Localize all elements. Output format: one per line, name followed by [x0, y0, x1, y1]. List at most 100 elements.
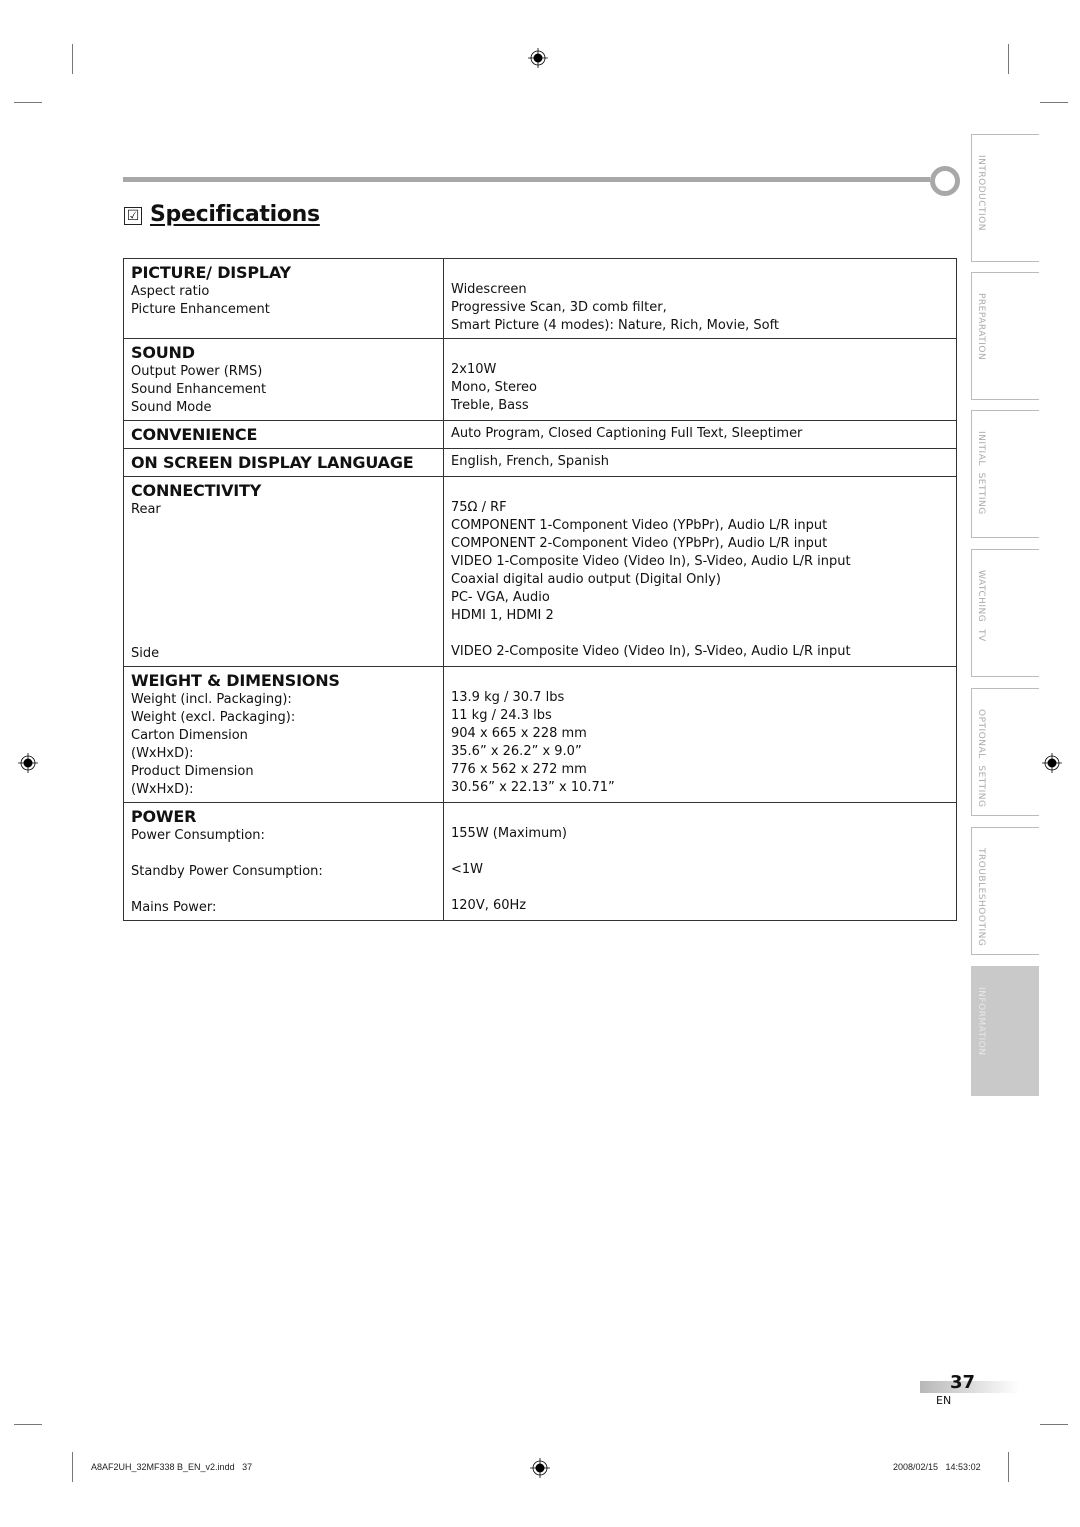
spec-value: 155W (Maximum): [451, 826, 567, 841]
spec-value: VIDEO 1-Composite Video (Video In), S-Vi…: [451, 554, 851, 569]
spec-label: Sound Enhancement: [131, 382, 267, 397]
spec-value: Auto Program, Closed Captioning Full Tex…: [451, 426, 803, 441]
section-value-cell: 13.9 kg / 30.7 lbs 11 kg / 24.3 lbs 904 …: [443, 666, 957, 803]
spec-value: COMPONENT 2-Component Video (YPbPr), Aud…: [451, 536, 828, 551]
spec-label: Power Consumption:: [131, 828, 265, 843]
section-value-cell: 155W (Maximum) <1W 120V, 60Hz: [443, 802, 957, 921]
side-tab-information[interactable]: INFORMATION: [971, 966, 1039, 1096]
spec-label: Picture Enhancement: [131, 302, 270, 317]
section-heading: CONNECTIVITY: [131, 481, 262, 500]
side-tab-label: TROUBLESHOOTING: [976, 848, 986, 947]
side-tab-label: INTRODUCTION: [976, 155, 986, 231]
crop-mark-bottom-left: [72, 1452, 73, 1482]
spec-label: (WxHxD):: [131, 746, 194, 761]
spec-value: 13.9 kg / 30.7 lbs: [451, 690, 565, 705]
spec-label: Mains Power:: [131, 900, 217, 915]
spec-label: Sound Mode: [131, 400, 212, 415]
side-tab-troubleshooting[interactable]: TROUBLESHOOTING: [971, 827, 1039, 955]
section-label-cell: CONVENIENCE: [123, 420, 444, 449]
section-label-cell: CONNECTIVITY Rear Side: [123, 476, 444, 667]
crop-mark-right-lower: [1040, 1424, 1068, 1425]
side-tab-label: INFORMATION: [976, 987, 986, 1056]
section-value-cell: 2x10W Mono, Stereo Treble, Bass: [443, 338, 957, 421]
spec-value: 75Ω / RF: [451, 500, 507, 515]
side-tab-initial-setting[interactable]: INITIAL SETTING: [971, 410, 1039, 538]
spec-value: 30.56” x 22.13” x 10.71”: [451, 780, 615, 795]
section-heading: PICTURE/ DISPLAY: [131, 263, 291, 282]
section-label-cell: PICTURE/ DISPLAY Aspect ratio Picture En…: [123, 258, 444, 339]
spec-label: Weight (incl. Packaging):: [131, 692, 292, 707]
section-label-cell: POWER Power Consumption: Standby Power C…: [123, 802, 444, 921]
section-label-cell: ON SCREEN DISPLAY LANGUAGE: [123, 448, 444, 477]
section-connectivity: CONNECTIVITY Rear Side 75Ω / RF COMPONEN…: [123, 476, 957, 667]
section-osd-language: ON SCREEN DISPLAY LANGUAGE English, Fren…: [123, 448, 957, 477]
section-value-cell: 75Ω / RF COMPONENT 1-Component Video (YP…: [443, 476, 957, 667]
spec-label: Weight (excl. Packaging):: [131, 710, 296, 725]
side-tab-label: OPTIONAL SETTING: [976, 709, 986, 808]
spec-value: 120V, 60Hz: [451, 898, 527, 913]
spec-value: Mono, Stereo: [451, 380, 537, 395]
section-value-cell: English, French, Spanish: [443, 448, 957, 477]
section-power: POWER Power Consumption: Standby Power C…: [123, 802, 957, 921]
spec-value: COMPONENT 1-Component Video (YPbPr), Aud…: [451, 518, 828, 533]
spec-value: PC- VGA, Audio: [451, 590, 550, 605]
section-convenience: CONVENIENCE Auto Program, Closed Caption…: [123, 420, 957, 449]
spec-label: Product Dimension: [131, 764, 254, 779]
registration-mark-bottom-icon: [530, 1458, 550, 1478]
spec-value: Widescreen: [451, 282, 527, 297]
footer-timestamp: 2008/02/15 14:53:02: [893, 1462, 981, 1472]
section-heading: CONVENIENCE: [131, 425, 258, 444]
side-tab-label: WATCHING TV: [976, 570, 986, 642]
page-number: 37: [950, 1372, 976, 1393]
spec-value: Treble, Bass: [451, 398, 529, 413]
registration-mark-top-icon: [528, 48, 548, 68]
spec-value: <1W: [451, 862, 484, 877]
side-tab-preparation[interactable]: PREPARATION: [971, 272, 1039, 400]
side-tab-watching-tv[interactable]: WATCHING TV: [971, 549, 1039, 677]
spec-value: 776 x 562 x 272 mm: [451, 762, 587, 777]
page-title-block: ☑ Specifications: [124, 202, 320, 227]
spec-label-rear: Rear: [131, 502, 161, 517]
crop-mark-left-lower: [14, 1424, 42, 1425]
section-label-cell: SOUND Output Power (RMS) Sound Enhanceme…: [123, 338, 444, 421]
crop-mark-top-right: [1008, 44, 1009, 74]
header-rule-knob: [930, 166, 960, 196]
checkbox-icon: ☑: [124, 206, 142, 225]
side-tab-label: INITIAL SETTING: [976, 431, 986, 515]
spec-value: 904 x 665 x 228 mm: [451, 726, 587, 741]
page-title: Specifications: [150, 202, 320, 227]
registration-mark-left-icon: [18, 753, 38, 773]
section-heading: SOUND: [131, 343, 195, 362]
side-tab-optional-setting[interactable]: OPTIONAL SETTING: [971, 688, 1039, 816]
spec-value: English, French, Spanish: [451, 454, 610, 469]
crop-mark-left-upper: [14, 102, 42, 103]
page-language: EN: [936, 1394, 952, 1407]
section-heading: ON SCREEN DISPLAY LANGUAGE: [131, 453, 414, 472]
crop-mark-right-upper: [1040, 102, 1068, 103]
section-weight-dimensions: WEIGHT & DIMENSIONS Weight (incl. Packag…: [123, 666, 957, 803]
crop-mark-bottom-right: [1008, 1452, 1009, 1482]
spec-value: HDMI 1, HDMI 2: [451, 608, 554, 623]
section-value-cell: Widescreen Progressive Scan, 3D comb fil…: [443, 258, 957, 339]
footer-file-info: A8AF2UH_32MF338 B_EN_v2.indd 37: [91, 1462, 253, 1472]
registration-mark-right-icon: [1042, 753, 1062, 773]
section-value-cell: Auto Program, Closed Captioning Full Tex…: [443, 420, 957, 449]
spec-value: VIDEO 2-Composite Video (Video In), S-Vi…: [451, 644, 851, 659]
spec-label: Aspect ratio: [131, 284, 210, 299]
spec-label-side: Side: [131, 646, 160, 661]
spec-table: PICTURE/ DISPLAY Aspect ratio Picture En…: [123, 258, 957, 921]
spec-value: 11 kg / 24.3 lbs: [451, 708, 552, 723]
section-heading: WEIGHT & DIMENSIONS: [131, 671, 340, 690]
spec-value: 35.6” x 26.2” x 9.0”: [451, 744, 582, 759]
section-sound: SOUND Output Power (RMS) Sound Enhanceme…: [123, 338, 957, 421]
spec-label: Output Power (RMS): [131, 364, 263, 379]
side-tab-label: PREPARATION: [976, 293, 986, 361]
spec-value: Smart Picture (4 modes): Nature, Rich, M…: [451, 318, 780, 333]
spec-label: Standby Power Consumption:: [131, 864, 323, 879]
spec-value: Coaxial digital audio output (Digital On…: [451, 572, 721, 587]
crop-mark-top-left: [72, 44, 73, 74]
spec-label: Carton Dimension: [131, 728, 248, 743]
section-picture-display: PICTURE/ DISPLAY Aspect ratio Picture En…: [123, 258, 957, 339]
spec-value: 2x10W: [451, 362, 497, 377]
side-tab-introduction[interactable]: INTRODUCTION: [971, 134, 1039, 262]
